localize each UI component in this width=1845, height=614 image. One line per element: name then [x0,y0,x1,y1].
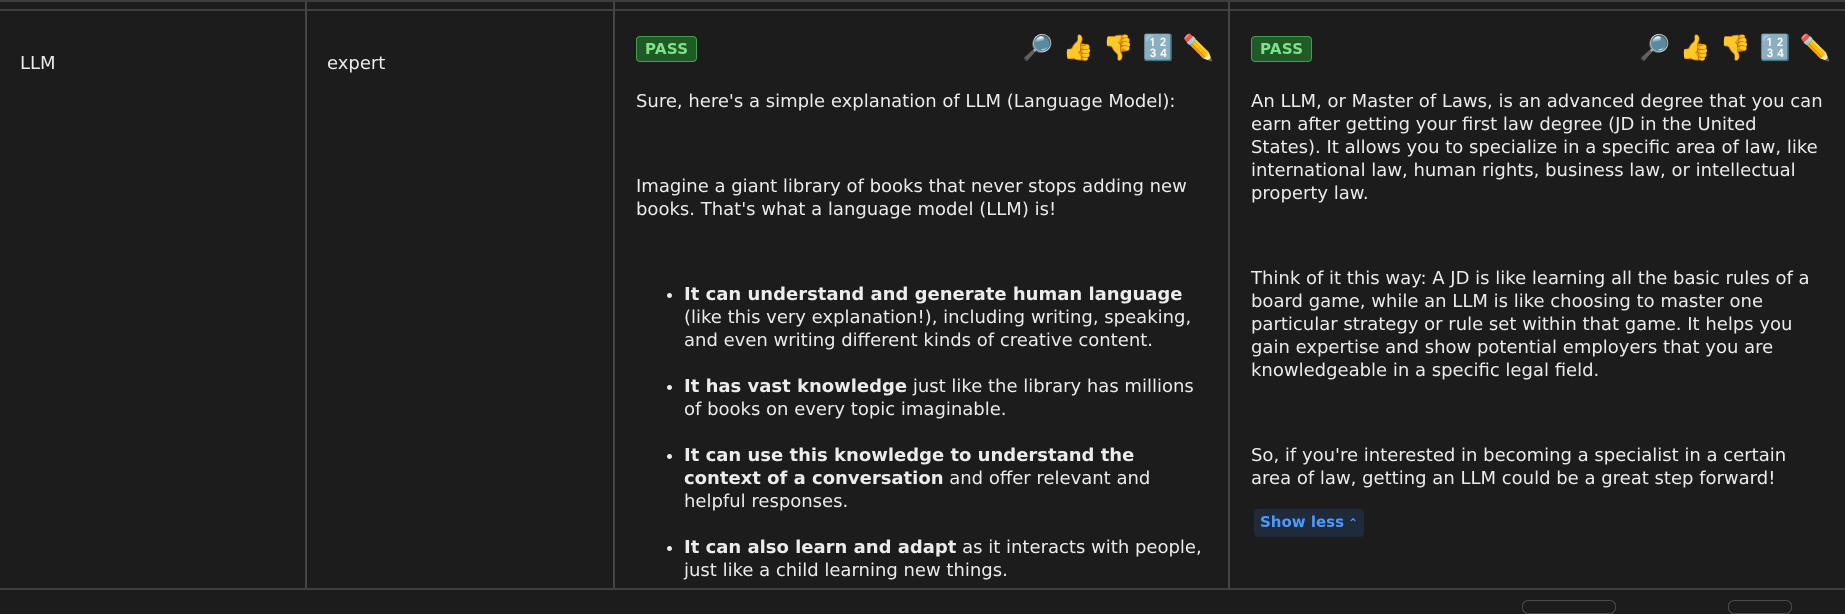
response-actions: 🔎 👍 👎 🔢 ✏️ [1639,32,1831,64]
thumbs-up-icon[interactable]: 👍 [1062,32,1093,64]
thumbs-down-icon[interactable]: 👎 [1103,32,1134,64]
list-item: It has vast knowledge just like the libr… [684,375,1212,421]
list-item: It can also learn and adapt as it intera… [684,536,1212,582]
bullet-bold: It can also learn and adapt [684,537,957,558]
bullet-bold: It can understand and generate human lan… [684,284,1183,305]
bottom-toolbar [0,588,1845,614]
bullet-text: (like this very explanation!), including… [684,307,1192,351]
list-item: It can understand and generate human lan… [684,283,1212,352]
response-body: An LLM, or Master of Laws, is an advance… [1251,90,1829,537]
bullet-bold: It has vast knowledge [684,376,908,397]
magnify-icon[interactable]: 🔎 [1022,32,1053,64]
response-paragraph: Sure, here's a simple explanation of LLM… [636,91,1176,112]
chevron-up-icon: ⌃ [1348,516,1359,530]
response-bullet-list: It can understand and generate human lan… [636,283,1212,582]
response-cell-1: PASS 🔎 👍 👎 🔢 ✏️ Sure, here's a simple ex… [615,2,1230,588]
toolbar-button[interactable] [1522,600,1616,614]
pencil-icon[interactable]: ✏️ [1800,32,1831,64]
toolbar-button[interactable] [1728,600,1792,614]
response-paragraph: So, if you're interested in becoming a s… [1251,445,1787,489]
response-body: Sure, here's a simple explanation of LLM… [636,90,1212,605]
response-paragraph: An LLM, or Master of Laws, is an advance… [1251,91,1823,204]
thumbs-up-icon[interactable]: 👍 [1679,32,1710,64]
response-paragraph: Think of it this way: A JD is like learn… [1251,268,1810,381]
prompt-text: LLM [20,53,56,74]
list-item: It can use this knowledge to understand … [684,444,1212,513]
results-table-row: LLM expert PASS 🔎 👍 👎 🔢 ✏️ Sure, here's … [0,0,1845,588]
response-cell-2: PASS 🔎 👍 👎 🔢 ✏️ An LLM, or Master of Law… [1230,2,1845,588]
show-less-button[interactable]: Show less ⌃ [1254,509,1365,537]
thumbs-down-icon[interactable]: 👎 [1720,32,1751,64]
prompt-cell: LLM [0,2,307,588]
level-text: expert [327,53,386,74]
magnify-icon[interactable]: 🔎 [1639,32,1670,64]
numbers-icon[interactable]: 🔢 [1760,32,1791,64]
level-cell: expert [307,2,615,588]
response-actions: 🔎 👍 👎 🔢 ✏️ [1022,32,1214,64]
pencil-icon[interactable]: ✏️ [1183,32,1214,64]
show-less-label: Show less [1260,513,1345,531]
response-paragraph: Imagine a giant library of books that ne… [636,176,1187,220]
pass-badge: PASS [636,36,698,62]
numbers-icon[interactable]: 🔢 [1143,32,1174,64]
pass-badge: PASS [1251,36,1313,62]
